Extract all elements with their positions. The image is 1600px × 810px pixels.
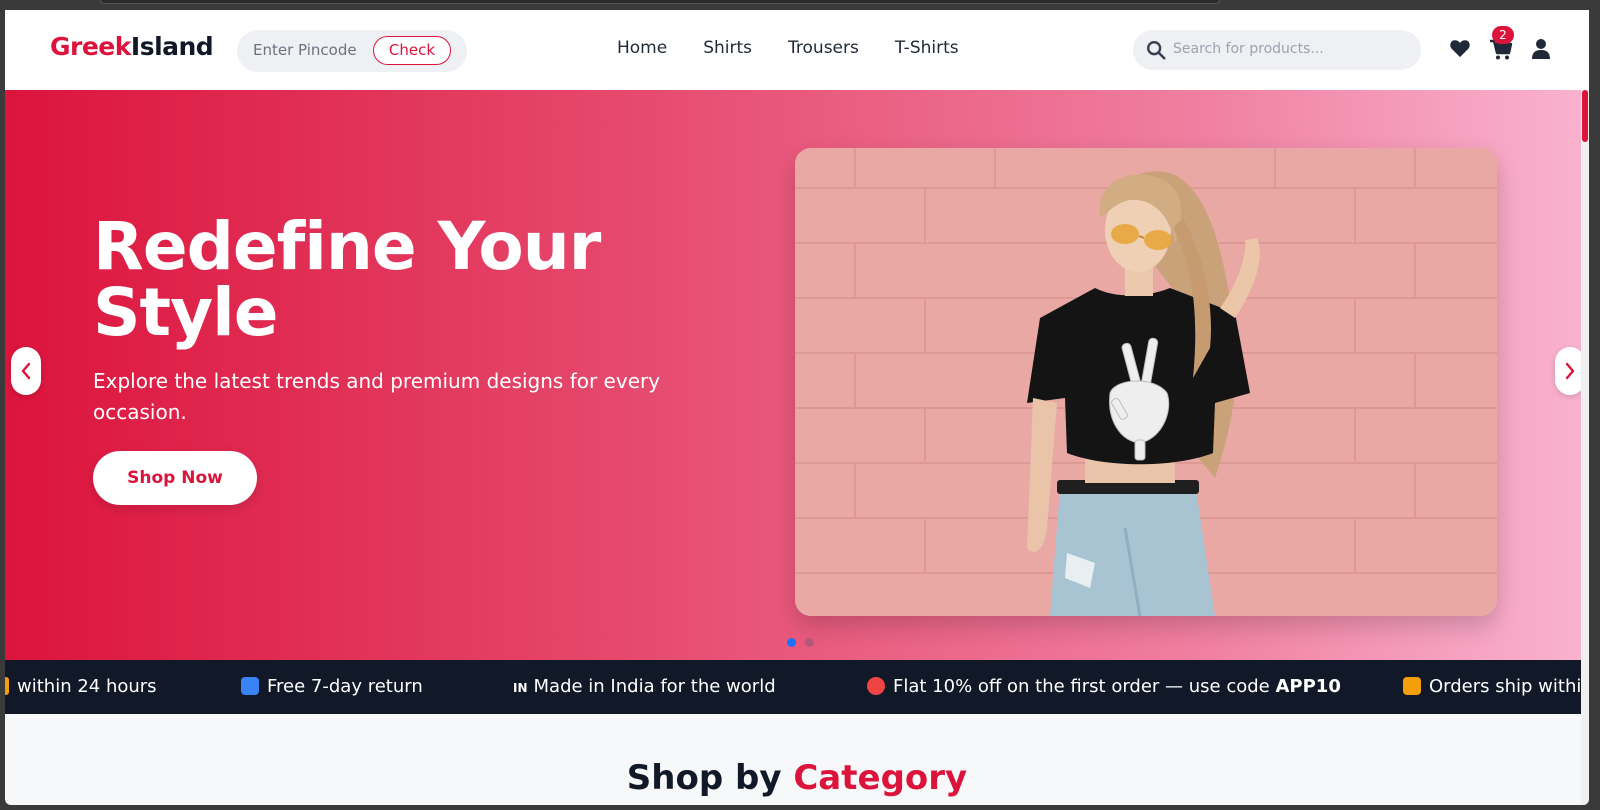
hero-subtitle: Explore the latest trends and premium de… (93, 369, 661, 424)
chevron-left-icon (21, 362, 31, 380)
search-box[interactable]: Search for products... (1133, 30, 1421, 70)
return-icon (241, 677, 259, 695)
nav-home[interactable]: Home (617, 38, 667, 58)
scrollbar-thumb[interactable] (1582, 90, 1588, 142)
hero-carousel: Redefine Your Style Explore the latest t… (5, 90, 1589, 660)
ticker-item: Free 7-day return (241, 676, 423, 697)
search-icon (1147, 41, 1166, 60)
browser-address-bar[interactable] (100, 0, 1220, 4)
ticker-text: Flat 10% off on the first order — use co… (893, 676, 1276, 697)
carousel-dot-2[interactable] (805, 638, 814, 647)
ticker-text: Orders ship within (1429, 676, 1589, 697)
carousel-dot-1[interactable] (787, 638, 796, 647)
ticker-item: Orders ship within (1403, 676, 1589, 697)
cart-count-badge: 2 (1492, 26, 1514, 44)
site-header: GreekIsland Enter Pincode Check Home Shi… (5, 10, 1589, 90)
check-pincode-button[interactable]: Check (373, 36, 451, 65)
hero-photo-illustration (795, 148, 1497, 616)
search-input[interactable]: Search for products... (1173, 41, 1324, 57)
page-scrollbar[interactable] (1581, 90, 1589, 805)
ticker-item: within 24 hours (5, 676, 157, 697)
pincode-input[interactable]: Enter Pincode (253, 41, 357, 59)
logo-text-greek: Greek (50, 32, 131, 61)
truck-icon (1403, 677, 1421, 695)
site-logo[interactable]: GreekIsland (50, 32, 214, 61)
nav-shirts[interactable]: Shirts (703, 38, 752, 58)
ticker-item: Flat 10% off on the first order — use co… (867, 676, 1341, 697)
carousel-prev-button[interactable] (11, 347, 41, 395)
nav-tshirts[interactable]: T-Shirts (895, 38, 959, 58)
ticker-text: within 24 hours (17, 676, 157, 697)
main-nav: Home Shirts Trousers T-Shirts (617, 38, 995, 58)
hero-title: Redefine Your Style (93, 208, 601, 351)
nav-trousers[interactable]: Trousers (788, 38, 859, 58)
truck-icon (5, 677, 9, 695)
logo-text-island: Island (130, 32, 214, 61)
user-icon[interactable] (1531, 38, 1551, 60)
ticker-item: IN Made in India for the world (513, 676, 776, 697)
announcement-ticker: within 24 hours Free 7-day return IN Made… (5, 660, 1589, 714)
spark-icon (867, 677, 885, 695)
browser-top-strip (0, 0, 1600, 10)
section-title: Shop by Category (5, 758, 1589, 798)
shop-now-button[interactable]: Shop Now (93, 451, 257, 505)
promo-code: APP10 (1275, 676, 1341, 697)
hero-image (795, 148, 1497, 616)
section-title-accent: Category (793, 758, 968, 798)
ticker-text: Free 7-day return (267, 676, 423, 697)
heart-icon[interactable] (1449, 38, 1471, 58)
ticker-text: Made in India for the world (533, 676, 776, 697)
section-title-main: Shop by (626, 758, 794, 798)
pincode-box: Enter Pincode Check (237, 30, 467, 72)
india-flag-icon: IN (513, 681, 528, 695)
page-viewport: GreekIsland Enter Pincode Check Home Shi… (5, 10, 1589, 805)
